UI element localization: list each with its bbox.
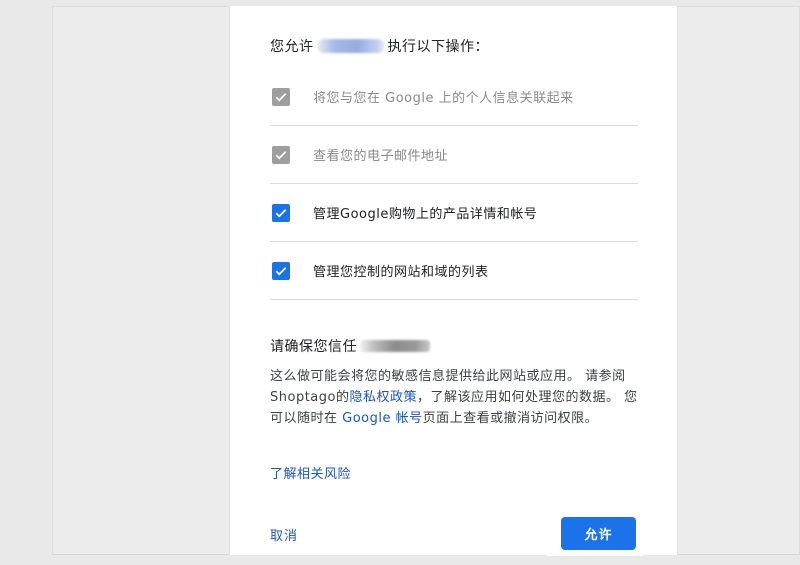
checkmark-icon [275, 150, 287, 159]
permission-label: 查看您的电子邮件地址 [313, 149, 449, 164]
trust-description: 这么做可能会将您的敏感信息提供给此网站或应用。 请参阅Shoptago的隐私权政… [270, 366, 638, 429]
permission-item-link-profile: 将您与您在 Google 上的个人信息关联起来 [270, 68, 638, 126]
cancel-button[interactable]: 取消 [270, 525, 298, 544]
blurred-app-name [360, 340, 430, 352]
permission-item-manage-shopping[interactable]: 管理Google购物上的产品详情和帐号 [270, 184, 638, 242]
permission-label: 管理Google购物上的产品详情和帐号 [313, 207, 538, 222]
heading-suffix: 执行以下操作： [387, 39, 489, 55]
heading-prefix: 您允许 [270, 39, 314, 55]
permission-label: 将您与您在 Google 上的个人信息关联起来 [313, 91, 574, 106]
checkmark-icon [275, 266, 287, 275]
allow-button[interactable]: 允许 [561, 517, 636, 550]
consent-dialog: 您允许 执行以下操作： 将您与您在 Google 上的个人信息关联起来 查看您的… [229, 6, 678, 555]
checkbox-link-profile [272, 87, 290, 106]
checkbox-view-email [272, 145, 290, 164]
checkmark-icon [275, 208, 287, 217]
trust-title: 请确保您信任 [270, 336, 433, 356]
checkbox-manage-sites[interactable] [272, 261, 290, 280]
permission-item-view-email: 查看您的电子邮件地址 [270, 126, 638, 184]
checkmark-icon [275, 92, 287, 101]
privacy-policy-link[interactable]: 隐私权政策 [349, 390, 417, 405]
checkbox-manage-shopping[interactable] [272, 203, 290, 222]
consent-heading: 您允许 执行以下操作： [270, 36, 489, 56]
trust-title-text: 请确保您信任 [270, 339, 357, 355]
permission-label: 管理您控制的网站和域的列表 [313, 265, 489, 280]
permission-list: 将您与您在 Google 上的个人信息关联起来 查看您的电子邮件地址 管理Goo… [270, 68, 638, 300]
learn-risks-link[interactable]: 了解相关风险 [270, 463, 351, 482]
desc-part3: 页面上查看或撤消访问权限。 [422, 411, 599, 426]
blurred-app-name [316, 39, 385, 53]
google-account-link[interactable]: Google 帐号 [342, 411, 422, 426]
permission-item-manage-sites[interactable]: 管理您控制的网站和域的列表 [270, 242, 638, 300]
